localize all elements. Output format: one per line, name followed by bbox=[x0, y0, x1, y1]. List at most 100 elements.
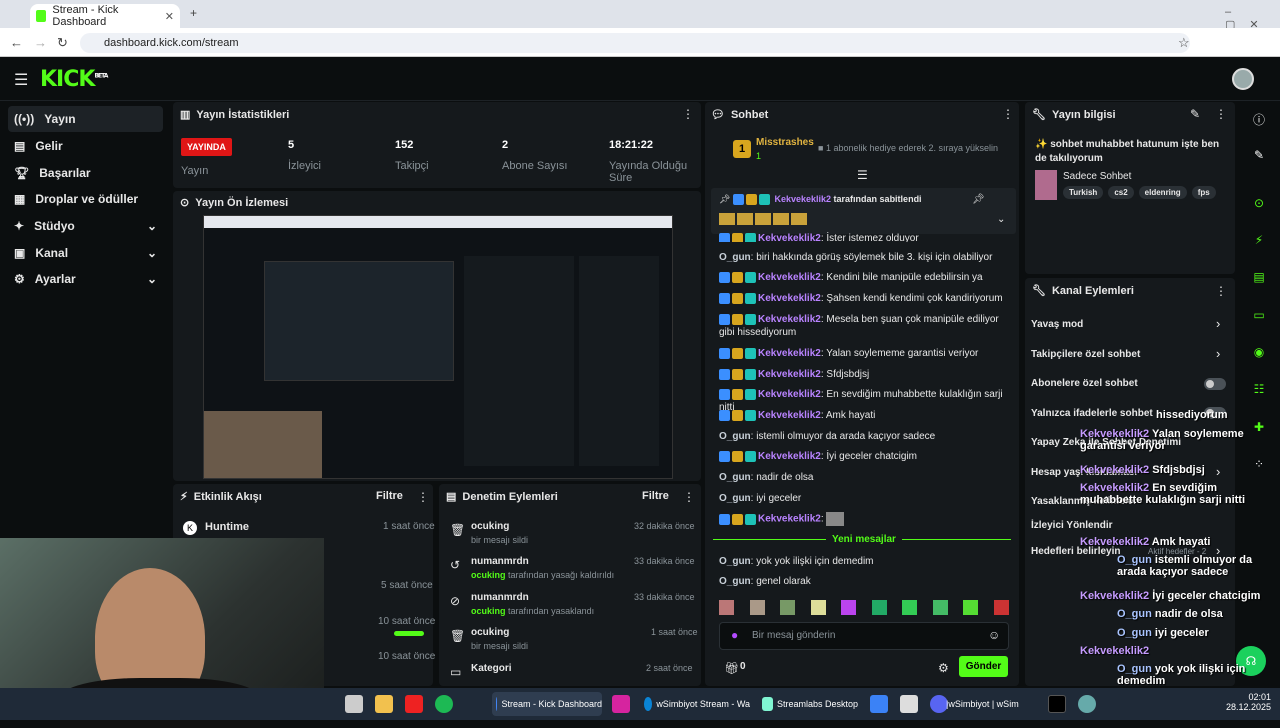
system-clock[interactable]: 02:01 28.12.2025 bbox=[1226, 692, 1271, 712]
broadcast-icon[interactable]: ◉ bbox=[1250, 345, 1268, 363]
chat-bubble-icon[interactable]: ▭ bbox=[1250, 308, 1268, 326]
action-label[interactable]: Takipçilere özel sohbet bbox=[1031, 349, 1140, 360]
overlay-message: Kekvekeklik2 En sevdiğim muhabbette kula… bbox=[1080, 482, 1246, 506]
taskbar-app[interactable]: Stream - Kick Dashboard bbox=[492, 692, 602, 716]
action-label[interactable]: Abonelere özel sohbet bbox=[1031, 378, 1138, 389]
sidebar-item-droplar[interactable]: ▦ Droplar ve ödüller bbox=[8, 186, 163, 212]
file-explorer-icon[interactable] bbox=[345, 695, 363, 713]
channel-actions-menu-icon[interactable]: ⋮ bbox=[1215, 284, 1227, 298]
mod-time: 1 saat önce bbox=[651, 627, 698, 637]
category-thumbnail[interactable] bbox=[1035, 170, 1057, 200]
sidebar-item-yayin[interactable]: ((•)) Yayın bbox=[8, 106, 163, 132]
mod-time: 32 dakika önce bbox=[634, 521, 695, 531]
chat-menu-icon[interactable]: ⋮ bbox=[1002, 107, 1014, 121]
folder-icon[interactable] bbox=[375, 695, 393, 713]
youtube-icon[interactable] bbox=[405, 695, 423, 713]
stream-info-menu-icon[interactable]: ⋮ bbox=[1215, 107, 1227, 121]
points-count: 0 bbox=[740, 661, 746, 672]
chevron-down-icon[interactable]: ⌄ bbox=[997, 214, 1005, 225]
stream-preview[interactable] bbox=[203, 215, 673, 479]
tag[interactable]: cs2 bbox=[1108, 186, 1134, 199]
taskbar-app[interactable]: |wSimbiyot | wSim bbox=[946, 692, 1036, 716]
forward-icon[interactable]: → bbox=[34, 35, 47, 50]
edit-pencil-icon[interactable]: ✎ bbox=[1250, 148, 1268, 166]
unpin-icon[interactable]: 📌︎ bbox=[972, 194, 985, 205]
activity-menu-icon[interactable]: ⋮ bbox=[417, 490, 429, 504]
points-icon: 🎁︎ bbox=[724, 661, 740, 675]
activity-time: 5 saat önce bbox=[381, 580, 433, 591]
tag[interactable]: fps bbox=[1191, 186, 1216, 199]
taskbar-app[interactable]: Streamlabs Desktop bbox=[758, 692, 858, 716]
sub-badge-icon bbox=[758, 194, 770, 206]
browser-tab[interactable]: Stream - Kick Dashboard ✕ bbox=[30, 4, 180, 28]
stream-title: ✨ sohbet muhabbet hatunum işte ben de ta… bbox=[1035, 139, 1220, 164]
mod-user[interactable]: numanmrdn bbox=[471, 556, 529, 567]
document-icon[interactable]: ▤ bbox=[1250, 270, 1268, 288]
kick-user-icon: K bbox=[183, 521, 197, 535]
action-label[interactable]: İzleyici Yönlendir bbox=[1031, 520, 1113, 531]
settings-icon[interactable] bbox=[1078, 695, 1096, 713]
gear-icon[interactable]: ⚙ bbox=[938, 661, 949, 675]
reload-icon[interactable]: ↻ bbox=[57, 35, 68, 51]
app-icon[interactable] bbox=[870, 695, 888, 713]
close-tab-icon[interactable]: ✕ bbox=[165, 10, 174, 23]
stats-menu-icon[interactable]: ⋮ bbox=[682, 107, 694, 121]
moderation-filter-button[interactable]: Filtre bbox=[642, 490, 669, 502]
spotify-icon[interactable] bbox=[435, 695, 453, 713]
mic-icon[interactable]: ● bbox=[731, 628, 738, 642]
gear-icon: ⚙ bbox=[14, 272, 25, 286]
chat-message: O_gun: iyi geceler bbox=[719, 493, 802, 504]
ban-icon: ⊘ bbox=[450, 594, 461, 608]
app-icon[interactable] bbox=[900, 695, 918, 713]
tiktok-icon[interactable] bbox=[1048, 695, 1066, 713]
subscriber-only-toggle[interactable] bbox=[1204, 378, 1226, 390]
stream-info-title: 🔧︎ Yayın bilgisi bbox=[1032, 108, 1116, 122]
mod-user[interactable]: numanmrdn bbox=[471, 592, 529, 603]
sidebar-item-kanal[interactable]: ▣ Kanal ⌄ bbox=[8, 240, 163, 266]
avatar[interactable] bbox=[1232, 68, 1254, 90]
bookmark-star-icon[interactable]: ☆ bbox=[1178, 35, 1190, 51]
camera-icon[interactable]: ⊙ bbox=[1250, 196, 1268, 214]
mod-time: 33 dakika önce bbox=[634, 556, 695, 566]
emote-bar[interactable] bbox=[719, 600, 1009, 616]
moderation-menu-icon[interactable]: ⋮ bbox=[683, 490, 695, 504]
live-badge: YAYINDA bbox=[181, 138, 232, 156]
kick-logo[interactable]: KICKBETA bbox=[40, 67, 108, 92]
activity-name[interactable]: Huntime bbox=[205, 521, 249, 533]
edit-pencil-icon[interactable]: ✎ bbox=[1190, 107, 1200, 121]
sidebar-item-ayarlar[interactable]: ⚙ Ayarlar ⌄ bbox=[8, 266, 163, 292]
action-label[interactable]: Yavaş mod bbox=[1031, 319, 1083, 330]
taskbar-app[interactable]: wSimbiyot Stream - Wa bbox=[640, 692, 750, 716]
tag[interactable]: Turkish bbox=[1063, 186, 1104, 199]
layout-icon[interactable]: ☷ bbox=[1250, 382, 1268, 400]
chevron-right-icon[interactable]: › bbox=[1216, 316, 1220, 331]
instagram-icon[interactable] bbox=[612, 695, 630, 713]
tag[interactable]: eldenring bbox=[1138, 186, 1187, 199]
back-icon[interactable]: ← bbox=[10, 35, 23, 50]
stat-value: 152 bbox=[395, 139, 414, 151]
send-button[interactable]: Gönder bbox=[959, 656, 1008, 677]
url-field[interactable]: dashboard.kick.com/stream bbox=[80, 33, 1190, 53]
mod-user[interactable]: ocuking bbox=[471, 521, 509, 532]
chevron-right-icon[interactable]: › bbox=[1216, 346, 1220, 361]
stat-label: İzleyici bbox=[288, 160, 322, 172]
channel-icon: ▣ bbox=[14, 246, 26, 260]
mod-user[interactable]: Kategori bbox=[471, 663, 512, 674]
hamburger-menu-icon[interactable]: ☰ bbox=[14, 70, 28, 90]
category-name[interactable]: Sadece Sohbet bbox=[1063, 171, 1131, 182]
top-gifter-name[interactable]: Misstrashes bbox=[756, 137, 814, 148]
bolt-icon[interactable]: ⚡︎ bbox=[1250, 233, 1268, 251]
rank-badge-icon: 1 bbox=[733, 140, 751, 158]
leaderboard-toggle-icon[interactable]: ☰ bbox=[857, 168, 868, 182]
new-tab-icon[interactable]: + bbox=[190, 6, 197, 20]
sidebar-item-gelir[interactable]: ▤ Gelir bbox=[8, 133, 163, 159]
new-messages-label[interactable]: Yeni mesajlar bbox=[826, 534, 902, 545]
emoji-icon[interactable]: ☺ bbox=[988, 628, 1000, 642]
info-icon[interactable]: ⓘ bbox=[1250, 111, 1268, 129]
mod-user[interactable]: ocuking bbox=[471, 627, 509, 638]
chat-input-placeholder[interactable]: Bir mesaj gönderin bbox=[752, 630, 835, 641]
sidebar-item-studyo[interactable]: ✦ Stüdyo ⌄ bbox=[8, 213, 163, 239]
activity-filter-button[interactable]: Filtre bbox=[376, 490, 403, 502]
sidebar-item-basarilar[interactable]: 🏆︎ Başarılar bbox=[8, 160, 163, 186]
action-label[interactable]: Yalnızca ifadelerle sohbet bbox=[1031, 408, 1153, 419]
